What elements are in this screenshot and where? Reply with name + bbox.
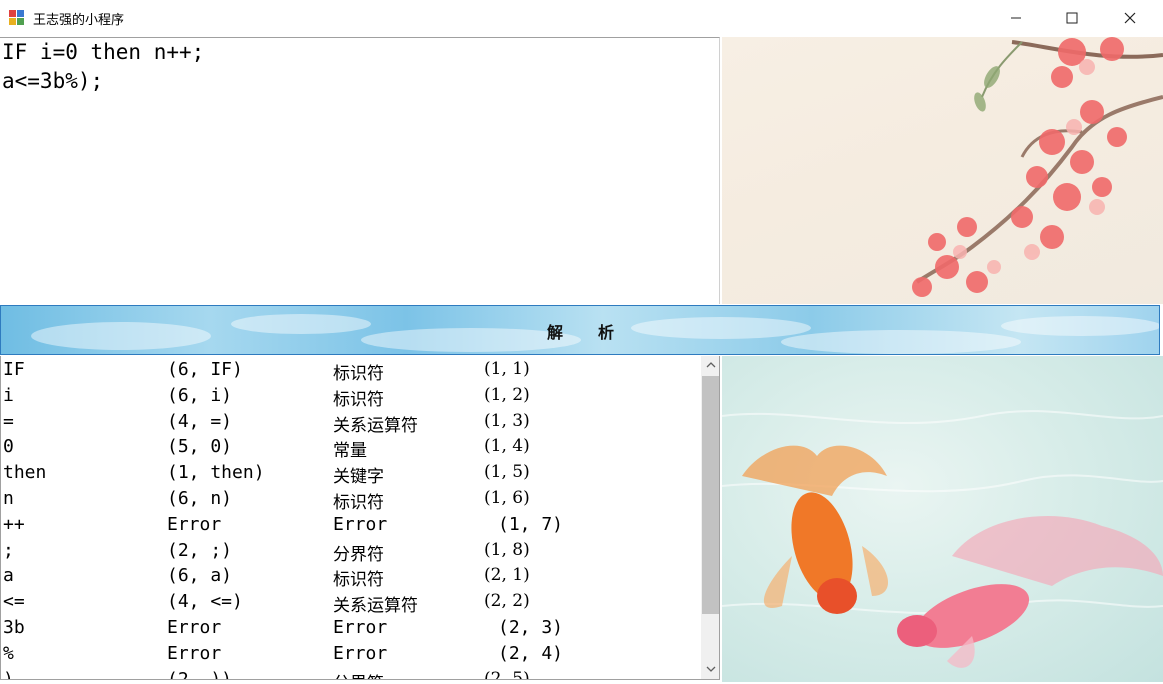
result-row: 3b Error Error (2, 3) <box>1 614 719 640</box>
position-cell: (1, 6) <box>484 487 530 508</box>
code-cell: Error <box>167 616 222 638</box>
position-cell: (1, 1) <box>484 359 530 379</box>
result-row: ++ Error Error (1, 7) <box>1 511 719 537</box>
result-rows: IF (6, IF) 标识符 (1, 1) i (6, i) 标识符 (1, 2) = (4, =… <box>1 356 719 680</box>
kind-cell: 关键字 <box>333 467 384 488</box>
scrollbar-thumb[interactable] <box>702 376 719 614</box>
result-row: <= (4, <=) 关系运算符 (2, 2) <box>1 588 719 617</box>
code-cell: Error <box>167 642 222 664</box>
goldfish-image <box>722 356 1163 682</box>
position-cell: (1, 3) <box>484 410 530 431</box>
title-bar: 王志强的小程序 <box>0 0 1163 36</box>
token-cell: ; <box>3 539 14 561</box>
code-cell: (6, n) <box>167 487 233 509</box>
vertical-scrollbar[interactable] <box>701 356 719 679</box>
window-title: 王志强的小程序 <box>33 13 125 28</box>
kind-cell: Error <box>333 642 388 664</box>
editor-line: a<=3b%); <box>2 69 104 93</box>
kind-cell: 关系运算符 <box>333 596 418 617</box>
result-row: = (4, =) 关系运算符 (1, 3) <box>1 408 719 436</box>
down-arrow-icon[interactable] <box>701 660 719 678</box>
kind-cell: 分界符 <box>333 669 384 679</box>
result-row: ; (2, ;) 分界符 (1, 8) <box>1 537 719 565</box>
token-cell: 3b <box>3 616 25 638</box>
position-cell: (1, 7) <box>498 513 564 535</box>
token-cell: ++ <box>3 513 25 535</box>
position-cell: (2, 2) <box>484 591 530 612</box>
code-cell: (1, then) <box>167 462 265 484</box>
result-row: i (6, i) 标识符 (1, 2) <box>1 382 719 410</box>
minimize-icon <box>1011 17 1021 19</box>
kind-cell: 标识符 <box>333 389 384 410</box>
minimize-button[interactable] <box>987 0 1045 36</box>
position-cell: (1, 2) <box>484 384 530 405</box>
plum-blossom-image <box>722 37 1163 304</box>
result-row: 0 (5, 0) 常量 (1, 4) <box>1 433 719 462</box>
code-cell: (4, <=) <box>167 591 243 613</box>
source-code-editor[interactable]: IF i=0 then n++; a<=3b%); <box>0 37 720 304</box>
maximize-icon <box>1066 12 1078 24</box>
token-cell: <= <box>3 591 25 613</box>
code-cell: (2, ;) <box>167 539 233 561</box>
token-cell: then <box>3 462 47 484</box>
token-cell: % <box>3 642 14 664</box>
position-cell: (2, 4) <box>498 642 564 664</box>
close-button[interactable] <box>1101 0 1159 36</box>
kind-cell: Error <box>333 513 388 535</box>
position-cell: (1, 8) <box>484 539 530 560</box>
maximize-button[interactable] <box>1043 0 1101 36</box>
token-cell: n <box>3 487 14 509</box>
close-icon <box>1124 12 1136 24</box>
token-result-list[interactable]: IF (6, IF) 标识符 (1, 1) i (6, i) 标识符 (1, 2) = (4, =… <box>0 356 720 680</box>
result-row: then (1, then) 关键字 (1, 5) <box>1 459 719 488</box>
token-cell: ) <box>3 668 14 680</box>
code-cell: (2, )) <box>167 668 233 680</box>
token-cell: a <box>3 565 14 587</box>
up-arrow-icon[interactable] <box>701 356 719 374</box>
position-cell: (1, 4) <box>484 436 530 457</box>
result-row: ) (2, )) 分界符 (2, 5) <box>1 666 719 680</box>
position-cell: (1, 5) <box>484 462 530 483</box>
app-icon <box>9 10 25 26</box>
code-cell: Error <box>167 513 222 535</box>
kind-cell: 标识符 <box>333 364 384 384</box>
token-cell: = <box>3 410 14 432</box>
parse-label: 解 析 <box>546 323 615 342</box>
kind-cell: 关系运算符 <box>333 415 418 436</box>
kind-cell: 标识符 <box>333 492 384 513</box>
position-cell: (2, 1) <box>484 565 530 586</box>
parse-button[interactable]: 解 析 <box>0 305 1160 355</box>
code-cell: (6, i) <box>167 384 233 406</box>
result-row: a (6, a) 标识符 (2, 1) <box>1 562 719 591</box>
kind-cell: 标识符 <box>333 570 384 591</box>
position-cell: (2, 5) <box>484 668 530 680</box>
code-cell: (5, 0) <box>167 436 233 458</box>
code-cell: (6, a) <box>167 565 233 587</box>
code-cell: (4, =) <box>167 410 233 432</box>
editor-line: IF i=0 then n++; <box>2 40 205 64</box>
token-cell: 0 <box>3 436 14 458</box>
kind-cell: 常量 <box>333 441 367 462</box>
kind-cell: Error <box>333 616 388 638</box>
result-row: % Error Error (2, 4) <box>1 640 719 666</box>
token-cell: i <box>3 384 14 406</box>
result-row: IF (6, IF) 标识符 (1, 1) <box>1 356 719 384</box>
result-row: n (6, n) 标识符 (1, 6) <box>1 485 719 513</box>
token-cell: IF <box>3 359 25 380</box>
code-cell: (6, IF) <box>167 359 243 380</box>
position-cell: (2, 3) <box>498 616 564 638</box>
kind-cell: 分界符 <box>333 544 384 565</box>
